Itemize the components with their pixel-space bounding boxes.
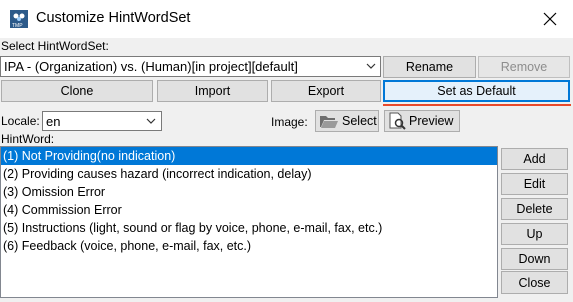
default-highlight-underline (383, 104, 571, 106)
chevron-down-icon (146, 118, 156, 124)
hintwordset-select-value: IPA - (Organization) vs. (Human)[in proj… (4, 59, 298, 74)
image-select-button[interactable]: Select (315, 110, 379, 132)
set-as-default-button[interactable]: Set as Default (383, 80, 570, 102)
svg-text:TMP: TMP (12, 23, 23, 28)
up-button[interactable]: Up (501, 223, 568, 245)
image-preview-label: Preview (409, 114, 454, 128)
close-button[interactable]: Close (501, 271, 568, 294)
select-hintwordset-label: Select HintWordSet: (1, 39, 109, 53)
import-button[interactable]: Import (157, 80, 268, 102)
export-button[interactable]: Export (271, 80, 381, 102)
delete-button[interactable]: Delete (501, 198, 568, 220)
image-preview-button[interactable]: Preview (384, 110, 460, 132)
title-bar: TMP Customize HintWordSet (0, 0, 573, 38)
image-select-label: Select (342, 114, 377, 128)
chevron-down-icon (366, 63, 376, 69)
app-icon: TMP (10, 10, 28, 28)
list-item[interactable]: (6) Feedback (voice, phone, e-mail, fax,… (1, 237, 497, 255)
clone-button[interactable]: Clone (1, 80, 153, 102)
window-title: Customize HintWordSet (36, 10, 191, 26)
hintword-label: HintWord: (1, 132, 55, 146)
add-button[interactable]: Add (501, 148, 568, 170)
list-item[interactable]: (2) Providing causes hazard (incorrect i… (1, 165, 497, 183)
rename-button[interactable]: Rename (383, 56, 476, 78)
locale-select-value: en (46, 114, 61, 129)
close-icon[interactable] (536, 6, 564, 32)
list-item[interactable]: (3) Omission Error (1, 183, 497, 201)
locale-label: Locale: (1, 114, 40, 128)
hintwordset-select[interactable]: IPA - (Organization) vs. (Human)[in proj… (0, 56, 381, 77)
list-item[interactable]: (1) Not Providing(no indication) (1, 147, 497, 165)
preview-icon (389, 112, 406, 130)
edit-button[interactable]: Edit (501, 173, 568, 195)
folder-open-icon (320, 116, 338, 128)
image-label: Image: (271, 115, 308, 129)
list-item[interactable]: (5) Instructions (light, sound or flag b… (1, 219, 497, 237)
remove-button[interactable]: Remove (478, 56, 570, 78)
hintword-list[interactable]: (1) Not Providing(no indication) (2) Pro… (0, 146, 498, 298)
down-button[interactable]: Down (501, 248, 568, 270)
locale-select[interactable]: en (42, 111, 162, 131)
list-item[interactable]: (4) Commission Error (1, 201, 497, 219)
